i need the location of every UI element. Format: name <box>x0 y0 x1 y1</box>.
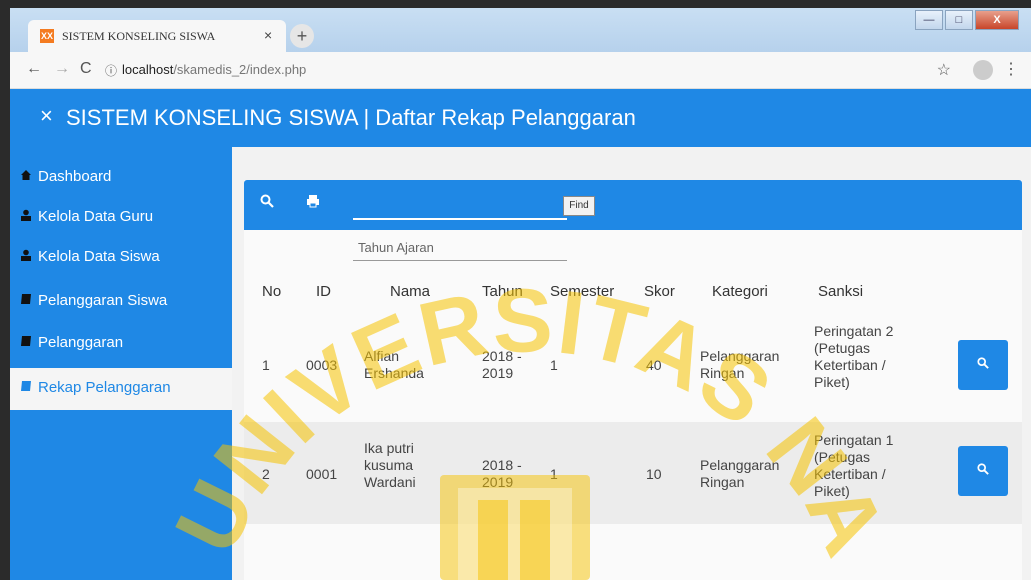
new-tab-button[interactable]: + <box>290 24 314 48</box>
reload-icon[interactable]: C <box>80 60 92 78</box>
cell-tahun: 2018 -2019 <box>482 457 522 490</box>
cell-nama: Ika putri kusuma Wardani <box>364 440 416 490</box>
view-detail-button[interactable] <box>958 446 1008 496</box>
sidebar-item-label: Pelanggaran <box>38 334 124 351</box>
table-toolbar: Find <box>244 180 1022 230</box>
search-icon <box>977 463 989 475</box>
sidebar-item-rekap-pelanggaran[interactable]: Rekap Pelanggaran <box>10 368 232 410</box>
sidebar-item-label: Kelola Data Guru <box>38 208 154 225</box>
tab-bar: XX SISTEM KONSELING SISWA × + — □ X <box>10 8 1031 52</box>
book-icon <box>21 336 31 346</box>
cell-kategori: Pelanggaran Ringan <box>700 457 780 490</box>
search-icon[interactable] <box>260 194 274 211</box>
home-icon <box>21 170 31 180</box>
browser-tab[interactable]: XX SISTEM KONSELING SISWA × <box>28 20 286 52</box>
sidebar-item-label: Rekap Pelanggaran <box>38 379 171 396</box>
sidebar-item-pelanggaran[interactable]: Pelanggaran <box>10 325 232 363</box>
column-header-nama: Nama <box>390 283 431 300</box>
profile-avatar[interactable] <box>973 60 993 80</box>
browser-menu-icon[interactable]: ⋮ <box>1003 59 1019 79</box>
close-sidebar-icon[interactable]: × <box>40 103 53 129</box>
sidebar-item-dashboard[interactable]: Dashboard <box>10 159 232 197</box>
cell-skor: 40 <box>646 357 662 373</box>
tahun-ajaran-field[interactable]: Tahun Ajaran <box>358 240 434 255</box>
cell-id: 0001 <box>306 466 338 482</box>
close-window-button[interactable]: X <box>975 10 1019 30</box>
cell-semester: 1 <box>550 466 558 482</box>
cell-id: 0003 <box>306 357 338 373</box>
column-header-tahun: Tahun <box>482 283 523 300</box>
find-input[interactable] <box>353 218 567 220</box>
minimize-button[interactable]: — <box>915 10 943 30</box>
column-header-no: No <box>262 283 282 300</box>
tahun-ajaran-underline <box>353 260 567 261</box>
cell-kategori: Pelanggaran Ringan <box>700 348 780 381</box>
table-row: 2 0001 Ika putri kusuma Wardani 2018 -2019… <box>244 422 1022 524</box>
column-header-semester: Semester <box>550 283 615 300</box>
browser-window: XX SISTEM KONSELING SISWA × + — □ X ← → … <box>10 8 1031 580</box>
favicon-icon: XX <box>40 29 54 43</box>
book-icon <box>21 381 31 391</box>
user-icon <box>21 209 31 221</box>
user-icon <box>21 249 31 261</box>
view-detail-button[interactable] <box>958 340 1008 390</box>
cell-no: 2 <box>262 466 270 482</box>
sidebar: Dashboard Kelola Data Guru Kelola Data S… <box>10 147 232 580</box>
column-header-id: ID <box>316 283 331 300</box>
cell-tahun: 2018 -2019 <box>482 348 522 381</box>
address-bar: ← → C ⓘ localhost/skamedis_2/index.php ☆… <box>10 52 1031 89</box>
cell-sanksi: Peringatan 2 (Petugas Ketertiban / Piket) <box>814 323 894 390</box>
print-icon[interactable] <box>306 194 320 211</box>
url-field[interactable]: localhost/skamedis_2/index.php <box>122 62 306 77</box>
maximize-button[interactable]: □ <box>945 10 973 30</box>
find-button[interactable]: Find <box>563 196 595 216</box>
page-title: SISTEM KONSELING SISWA | Daftar Rekap Pe… <box>66 105 636 130</box>
sidebar-item-kelola-data-siswa[interactable]: Kelola Data Siswa <box>10 239 232 277</box>
column-header-kategori: Kategori <box>712 283 768 300</box>
main-content: Find Tahun Ajaran No ID Nama Tahun Semes… <box>232 147 1031 580</box>
search-icon <box>977 357 989 369</box>
back-icon[interactable]: ← <box>26 60 42 78</box>
tab-title: SISTEM KONSELING SISWA <box>62 29 216 43</box>
url-path: /skamedis_2/index.php <box>173 62 307 77</box>
cell-sanksi: Peringatan 1 (Petugas Ketertiban / Piket) <box>814 432 894 499</box>
cell-semester: 1 <box>550 357 558 373</box>
sidebar-item-label: Kelola Data Siswa <box>38 248 160 265</box>
rekap-panel: Find Tahun Ajaran No ID Nama Tahun Semes… <box>244 180 1022 580</box>
column-header-sanksi: Sanksi <box>818 283 864 300</box>
url-host: localhost <box>122 62 174 77</box>
bookmark-star-icon[interactable]: ☆ <box>937 60 951 80</box>
column-header-skor: Skor <box>644 283 675 300</box>
app-header: × SISTEM KONSELING SISWA | Daftar Rekap … <box>10 89 1031 147</box>
tab-close-icon[interactable]: × <box>264 27 272 43</box>
book-icon <box>21 294 31 304</box>
info-icon[interactable]: ⓘ <box>105 62 117 79</box>
table-row: 1 0003 Alfian Ershanda 2018 -2019 1 40 Pe… <box>244 315 1022 417</box>
sidebar-item-kelola-data-guru[interactable]: Kelola Data Guru <box>10 199 232 237</box>
window-controls: — □ X <box>913 10 1019 30</box>
sidebar-item-label: Dashboard <box>38 168 112 185</box>
cell-skor: 10 <box>646 466 662 482</box>
cell-nama: Alfian Ershanda <box>364 348 424 381</box>
forward-icon[interactable]: → <box>54 60 70 78</box>
sidebar-item-pelanggaran-siswa[interactable]: Pelanggaran Siswa <box>10 283 232 321</box>
cell-no: 1 <box>262 357 270 373</box>
sidebar-item-label: Pelanggaran Siswa <box>38 292 168 309</box>
